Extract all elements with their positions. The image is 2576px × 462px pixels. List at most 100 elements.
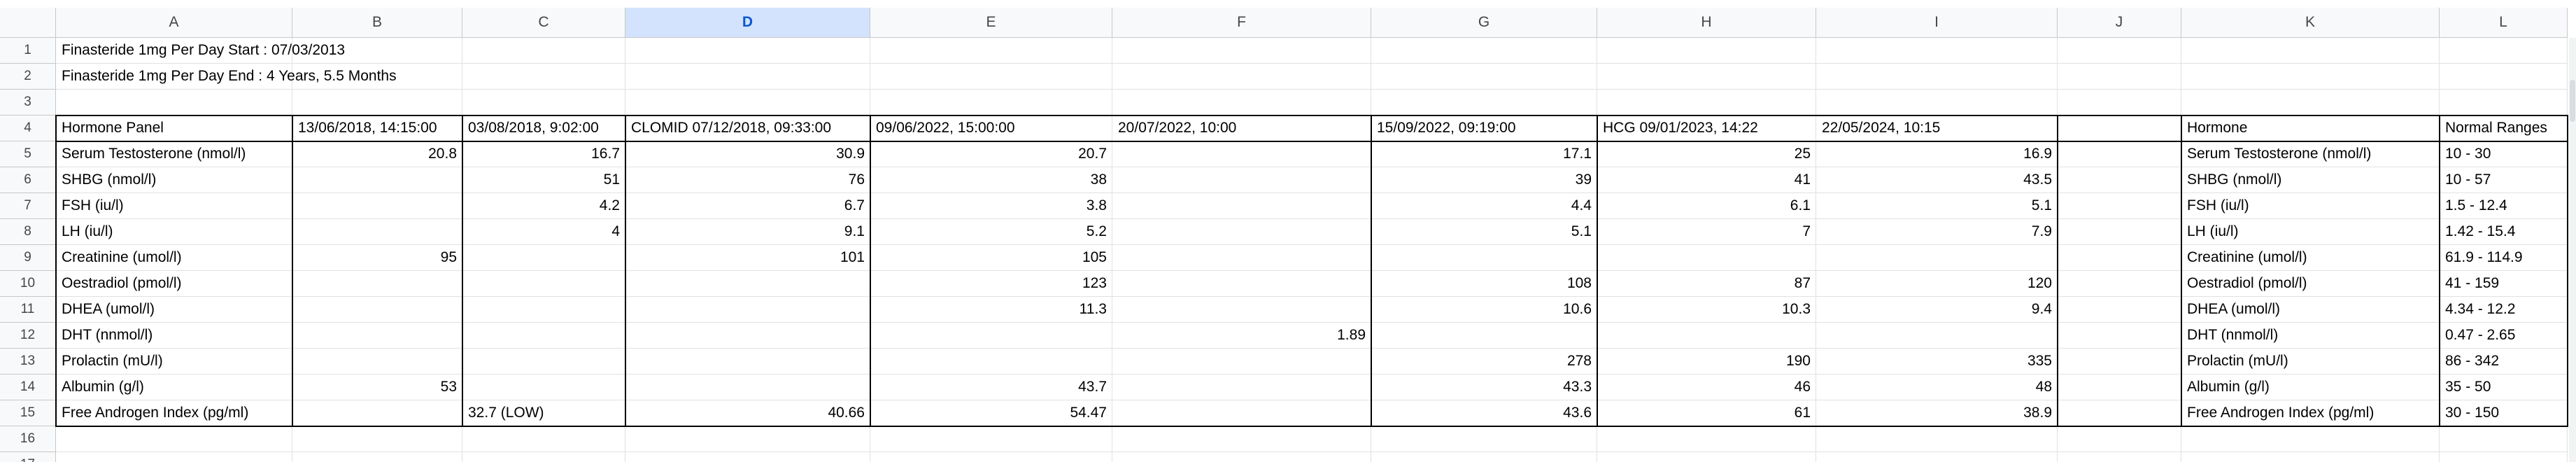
row-header-2[interactable]: 2 xyxy=(0,64,56,90)
column-header-i[interactable]: I xyxy=(1816,8,2058,38)
panel-header-hormone[interactable]: Hormone Panel xyxy=(56,115,292,141)
hormone-value-cell[interactable] xyxy=(292,349,462,374)
hormone-value-cell[interactable]: 76 xyxy=(625,167,870,193)
hormone-value-cell[interactable]: 9.1 xyxy=(625,219,870,245)
panel-header-date[interactable]: CLOMID 07/12/2018, 09:33:00 xyxy=(625,115,870,141)
hormone-value-cell[interactable] xyxy=(292,323,462,349)
row-header-11[interactable]: 11 xyxy=(0,297,56,323)
hormone-value-cell[interactable] xyxy=(625,374,870,400)
hormone-value-cell[interactable]: 6.7 xyxy=(625,193,870,219)
hormone-value-cell[interactable] xyxy=(292,400,462,426)
panel-header-date[interactable]: 03/08/2018, 9:02:00 xyxy=(462,115,625,141)
hormone-value-cell[interactable] xyxy=(870,323,1112,349)
hormone-value-cell[interactable] xyxy=(1112,374,1371,400)
hormone-value-cell[interactable] xyxy=(2058,167,2181,193)
column-header-b[interactable]: B xyxy=(292,8,462,38)
hormone-value-cell[interactable] xyxy=(1112,141,1371,167)
hormone-value-cell[interactable] xyxy=(1597,323,1816,349)
row-header-8[interactable]: 8 xyxy=(0,219,56,245)
ranges-header-normal[interactable]: Normal Ranges xyxy=(2440,115,2568,141)
hormone-value-cell[interactable] xyxy=(870,349,1112,374)
hormone-value-cell[interactable] xyxy=(1816,245,2058,271)
row-header-6[interactable]: 6 xyxy=(0,167,56,193)
hormone-value-cell[interactable] xyxy=(1371,323,1597,349)
panel-header-date[interactable]: 09/06/2022, 15:00:00 xyxy=(870,115,1112,141)
hormone-value-cell[interactable] xyxy=(2058,349,2181,374)
hormone-value-cell[interactable] xyxy=(292,271,462,297)
range-value-cell[interactable]: 4.34 - 12.2 xyxy=(2440,297,2568,323)
hormone-value-cell[interactable]: 10.3 xyxy=(1597,297,1816,323)
row-header-13[interactable]: 13 xyxy=(0,349,56,374)
panel-header-date[interactable]: 20/07/2022, 10:00 xyxy=(1112,115,1371,141)
hormone-value-cell[interactable]: 43.7 xyxy=(870,374,1112,400)
range-value-cell[interactable]: 1.5 - 12.4 xyxy=(2440,193,2568,219)
panel-header-date[interactable]: 15/09/2022, 09:19:00 xyxy=(1371,115,1597,141)
column-header-f[interactable]: F xyxy=(1112,8,1371,38)
hormone-value-cell[interactable] xyxy=(1112,297,1371,323)
hormone-value-cell[interactable]: 5.1 xyxy=(1371,219,1597,245)
hormone-value-cell[interactable] xyxy=(2058,219,2181,245)
hormone-value-cell[interactable]: 108 xyxy=(1371,271,1597,297)
hormone-value-cell[interactable]: 10.6 xyxy=(1371,297,1597,323)
hormone-value-cell[interactable] xyxy=(2058,374,2181,400)
hormone-value-cell[interactable]: 46 xyxy=(1597,374,1816,400)
column-header-l[interactable]: L xyxy=(2440,8,2568,38)
row-header-12[interactable]: 12 xyxy=(0,323,56,349)
hormone-value-cell[interactable]: 39 xyxy=(1371,167,1597,193)
panel-header-date[interactable] xyxy=(2058,115,2181,141)
hormone-value-cell[interactable]: 6.1 xyxy=(1597,193,1816,219)
hormone-value-cell[interactable]: 11.3 xyxy=(870,297,1112,323)
hormone-value-cell[interactable]: 7 xyxy=(1597,219,1816,245)
panel-header-date[interactable]: 13/06/2018, 14:15:00 xyxy=(292,115,462,141)
hormone-value-cell[interactable]: 16.9 xyxy=(1816,141,2058,167)
hormone-name-cell[interactable]: FSH (iu/l) xyxy=(56,193,292,219)
hormone-value-cell[interactable]: 101 xyxy=(625,245,870,271)
hormone-value-cell[interactable]: 61 xyxy=(1597,400,1816,426)
range-value-cell[interactable]: 30 - 150 xyxy=(2440,400,2568,426)
hormone-value-cell[interactable] xyxy=(625,297,870,323)
range-hormone-cell[interactable]: FSH (iu/l) xyxy=(2181,193,2440,219)
range-value-cell[interactable]: 1.42 - 15.4 xyxy=(2440,219,2568,245)
hormone-value-cell[interactable]: 25 xyxy=(1597,141,1816,167)
hormone-value-cell[interactable]: 335 xyxy=(1816,349,2058,374)
hormone-value-cell[interactable]: 32.7 (LOW) xyxy=(462,400,625,426)
range-hormone-cell[interactable]: DHEA (umol/l) xyxy=(2181,297,2440,323)
hormone-value-cell[interactable]: 95 xyxy=(292,245,462,271)
hormone-value-cell[interactable] xyxy=(2058,323,2181,349)
range-hormone-cell[interactable]: Free Androgen Index (pg/ml) xyxy=(2181,400,2440,426)
hormone-value-cell[interactable]: 17.1 xyxy=(1371,141,1597,167)
hormone-value-cell[interactable] xyxy=(2058,400,2181,426)
select-all-corner[interactable] xyxy=(0,8,56,38)
hormone-value-cell[interactable] xyxy=(462,374,625,400)
hormone-value-cell[interactable] xyxy=(1112,167,1371,193)
hormone-value-cell[interactable]: 53 xyxy=(292,374,462,400)
hormone-value-cell[interactable] xyxy=(625,323,870,349)
hormone-value-cell[interactable]: 41 xyxy=(1597,167,1816,193)
row-header-14[interactable]: 14 xyxy=(0,374,56,400)
hormone-name-cell[interactable]: DHEA (umol/l) xyxy=(56,297,292,323)
hormone-value-cell[interactable]: 43.3 xyxy=(1371,374,1597,400)
hormone-value-cell[interactable] xyxy=(1112,245,1371,271)
vertical-scrollbar[interactable] xyxy=(2569,38,2576,462)
hormone-value-cell[interactable] xyxy=(1112,271,1371,297)
hormone-name-cell[interactable]: LH (iu/l) xyxy=(56,219,292,245)
hormone-value-cell[interactable]: 43.5 xyxy=(1816,167,2058,193)
hormone-value-cell[interactable] xyxy=(1371,245,1597,271)
hormone-value-cell[interactable] xyxy=(1112,219,1371,245)
hormone-value-cell[interactable] xyxy=(292,297,462,323)
column-header-d[interactable]: D xyxy=(625,8,870,38)
hormone-name-cell[interactable]: Free Androgen Index (pg/ml) xyxy=(56,400,292,426)
hormone-value-cell[interactable] xyxy=(292,167,462,193)
hormone-value-cell[interactable]: 190 xyxy=(1597,349,1816,374)
hormone-value-cell[interactable]: 20.7 xyxy=(870,141,1112,167)
hormone-value-cell[interactable]: 5.1 xyxy=(1816,193,2058,219)
hormone-name-cell[interactable]: DHT (nnmol/l) xyxy=(56,323,292,349)
panel-header-date[interactable]: HCG 09/01/2023, 14:22 xyxy=(1597,115,1816,141)
hormone-value-cell[interactable]: 1.89 xyxy=(1112,323,1371,349)
hormone-value-cell[interactable]: 5.2 xyxy=(870,219,1112,245)
hormone-name-cell[interactable]: Creatinine (umol/l) xyxy=(56,245,292,271)
spreadsheet-grid[interactable]: ABCDEFGHIJKL1234567891011121314151617Fin… xyxy=(0,0,2576,462)
range-value-cell[interactable]: 10 - 57 xyxy=(2440,167,2568,193)
hormone-value-cell[interactable] xyxy=(625,271,870,297)
column-header-h[interactable]: H xyxy=(1597,8,1816,38)
